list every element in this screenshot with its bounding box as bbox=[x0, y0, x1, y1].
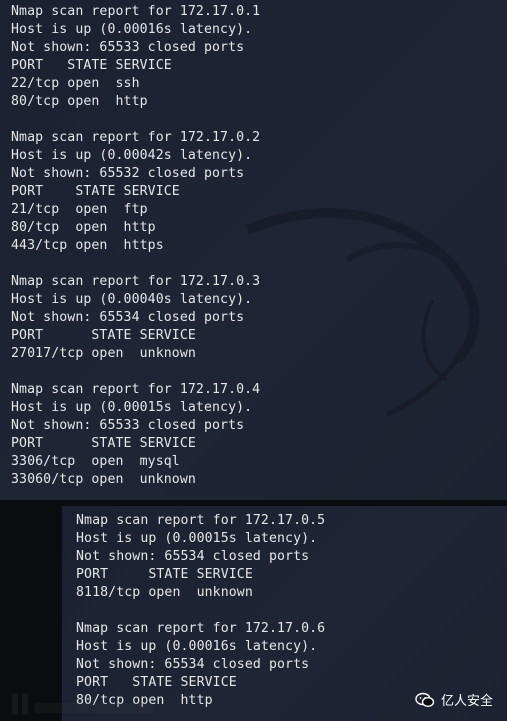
output-line: 3306/tcp open mysql bbox=[11, 454, 180, 469]
account-name: 亿人安全 bbox=[440, 694, 493, 709]
terminal-output: Nmap scan report for 172.17.0.1 Host is u… bbox=[11, 3, 260, 489]
output-line: Host is up (0.00016s latency). bbox=[76, 639, 318, 654]
account-badge: 亿人安全 bbox=[415, 690, 493, 709]
output-line: Host is up (0.00040s latency). bbox=[11, 292, 253, 307]
output-line: Nmap scan report for 172.17.0.4 bbox=[11, 382, 261, 397]
output-line: Nmap scan report for 172.17.0.5 bbox=[76, 513, 326, 528]
output-line: PORT STATE SERVICE bbox=[11, 184, 180, 199]
output-line: Host is up (0.00016s latency). bbox=[11, 22, 253, 37]
output-line: Nmap scan report for 172.17.0.1 bbox=[11, 4, 261, 19]
output-line: Host is up (0.00042s latency). bbox=[11, 148, 253, 163]
output-line: Not shown: 65533 closed ports bbox=[11, 418, 245, 433]
output-line: Host is up (0.00015s latency). bbox=[11, 400, 253, 415]
output-line: Nmap scan report for 172.17.0.3 bbox=[11, 274, 261, 289]
output-line: 80/tcp open http bbox=[11, 94, 148, 109]
output-line: Nmap scan report for 172.17.0.2 bbox=[11, 130, 261, 145]
output-line: 8118/tcp open unknown bbox=[76, 585, 253, 600]
output-line: PORT STATE SERVICE bbox=[76, 567, 253, 582]
output-line: Not shown: 65533 closed ports bbox=[11, 40, 245, 55]
output-line: Not shown: 65534 closed ports bbox=[11, 310, 245, 325]
output-line: Host is up (0.00015s latency). bbox=[76, 531, 318, 546]
output-line: 80/tcp open http bbox=[11, 220, 156, 235]
output-line: 443/tcp open https bbox=[11, 238, 164, 253]
output-line: 21/tcp open ftp bbox=[11, 202, 148, 217]
output-line: 22/tcp open ssh bbox=[11, 76, 140, 91]
output-line: 33060/tcp open unknown bbox=[11, 472, 196, 487]
wechat-icon bbox=[415, 692, 435, 707]
output-line: 27017/tcp open unknown bbox=[11, 346, 196, 361]
terminal-top[interactable]: Nmap scan report for 172.17.0.1 Host is u… bbox=[0, 0, 507, 500]
output-line: PORT STATE SERVICE bbox=[11, 58, 172, 73]
output-line: PORT STATE SERVICE bbox=[11, 436, 196, 451]
output-line: Nmap scan report for 172.17.0.6 bbox=[76, 621, 326, 636]
output-line: Not shown: 65532 closed ports bbox=[11, 166, 245, 181]
faint-logo-icon bbox=[12, 693, 154, 715]
output-line: Not shown: 65534 closed ports bbox=[76, 549, 310, 564]
output-line: PORT STATE SERVICE bbox=[11, 328, 196, 343]
terminal-output: Nmap scan report for 172.17.0.5 Host is u… bbox=[76, 512, 325, 710]
output-line: Not shown: 65534 closed ports bbox=[76, 657, 310, 672]
